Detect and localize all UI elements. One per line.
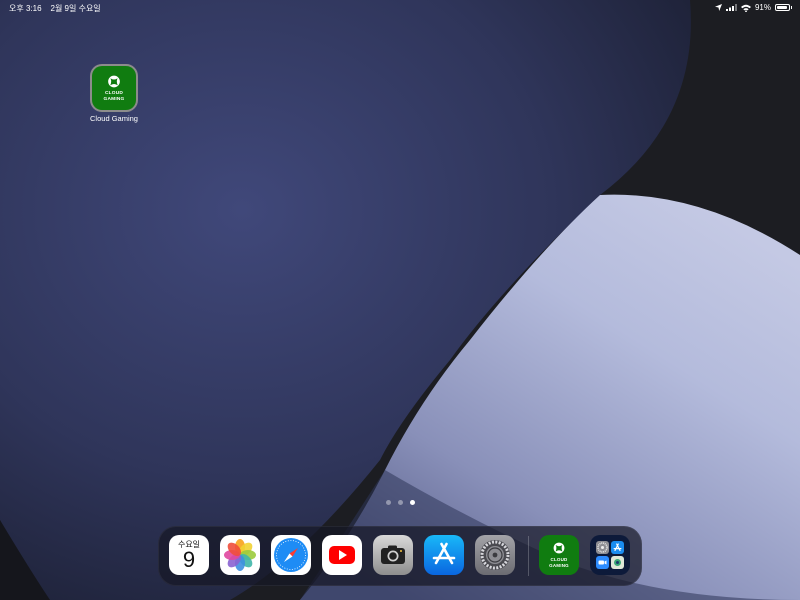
photos-icon <box>224 539 256 571</box>
status-right: 91% <box>714 3 792 12</box>
location-arrow-icon <box>714 4 722 11</box>
dock-divider <box>528 536 529 576</box>
xbox-cloud-gaming-icon: CLOUD GAMING <box>92 66 136 110</box>
battery-percent: 91% <box>754 3 771 12</box>
page-dot-1[interactable] <box>386 500 391 505</box>
xbox-logo-icon <box>108 75 120 88</box>
xbox-icon-text-line-2: GAMING <box>103 96 125 102</box>
calendar-date-label: 9 <box>182 547 196 572</box>
photo-app-icon <box>611 556 624 569</box>
status-time: 오후 3:16 <box>9 4 42 13</box>
app-store-icon <box>432 542 456 565</box>
dock-app-youtube[interactable] <box>322 535 362 575</box>
status-bar: 오후 3:16 2월 9일 수요일 91% <box>0 0 800 16</box>
dock-recent-app-cloud-gaming[interactable]: CLOUD GAMING <box>539 535 579 575</box>
page-indicator[interactable] <box>386 500 415 505</box>
settings-gear-icon <box>480 540 510 570</box>
app-store-icon <box>611 541 624 554</box>
dock-app-calendar[interactable]: 수요일 9 <box>169 535 209 575</box>
camera-icon <box>381 545 405 564</box>
youtube-icon <box>329 546 355 564</box>
home-app-cloud-gaming[interactable]: CLOUD GAMING Cloud Gaming <box>86 66 142 123</box>
xbox-icon-text: CLOUD GAMING <box>92 91 136 102</box>
xbox-logo-icon <box>553 542 565 554</box>
dock-xbox-icon-text: CLOUD GAMING <box>539 557 579 568</box>
settings-gear-icon <box>596 541 609 554</box>
dock-app-safari[interactable] <box>271 535 311 575</box>
dock-app-app-store[interactable] <box>424 535 464 575</box>
page-dot-2[interactable] <box>398 500 403 505</box>
battery-level-fill <box>777 6 787 9</box>
dock-app-settings[interactable] <box>475 535 515 575</box>
dock-app-camera[interactable] <box>373 535 413 575</box>
status-date: 2월 9일 수요일 <box>50 4 101 13</box>
cellular-signal-icon <box>725 4 737 11</box>
app-label-cloud-gaming: Cloud Gaming <box>90 114 138 123</box>
dock-xbox-icon-text-line-2: GAMING <box>549 562 569 568</box>
dock: 수요일 9 CLOUD GAMING <box>158 526 642 586</box>
dock-recent-app-folder[interactable] <box>590 535 630 575</box>
safari-icon <box>274 538 308 572</box>
zoom-icon <box>596 556 609 569</box>
battery-icon <box>775 4 792 11</box>
status-left: 오후 3:16 2월 9일 수요일 <box>9 3 101 14</box>
page-dot-3[interactable] <box>410 500 415 505</box>
dock-app-photos[interactable] <box>220 535 260 575</box>
wifi-icon <box>740 4 751 12</box>
